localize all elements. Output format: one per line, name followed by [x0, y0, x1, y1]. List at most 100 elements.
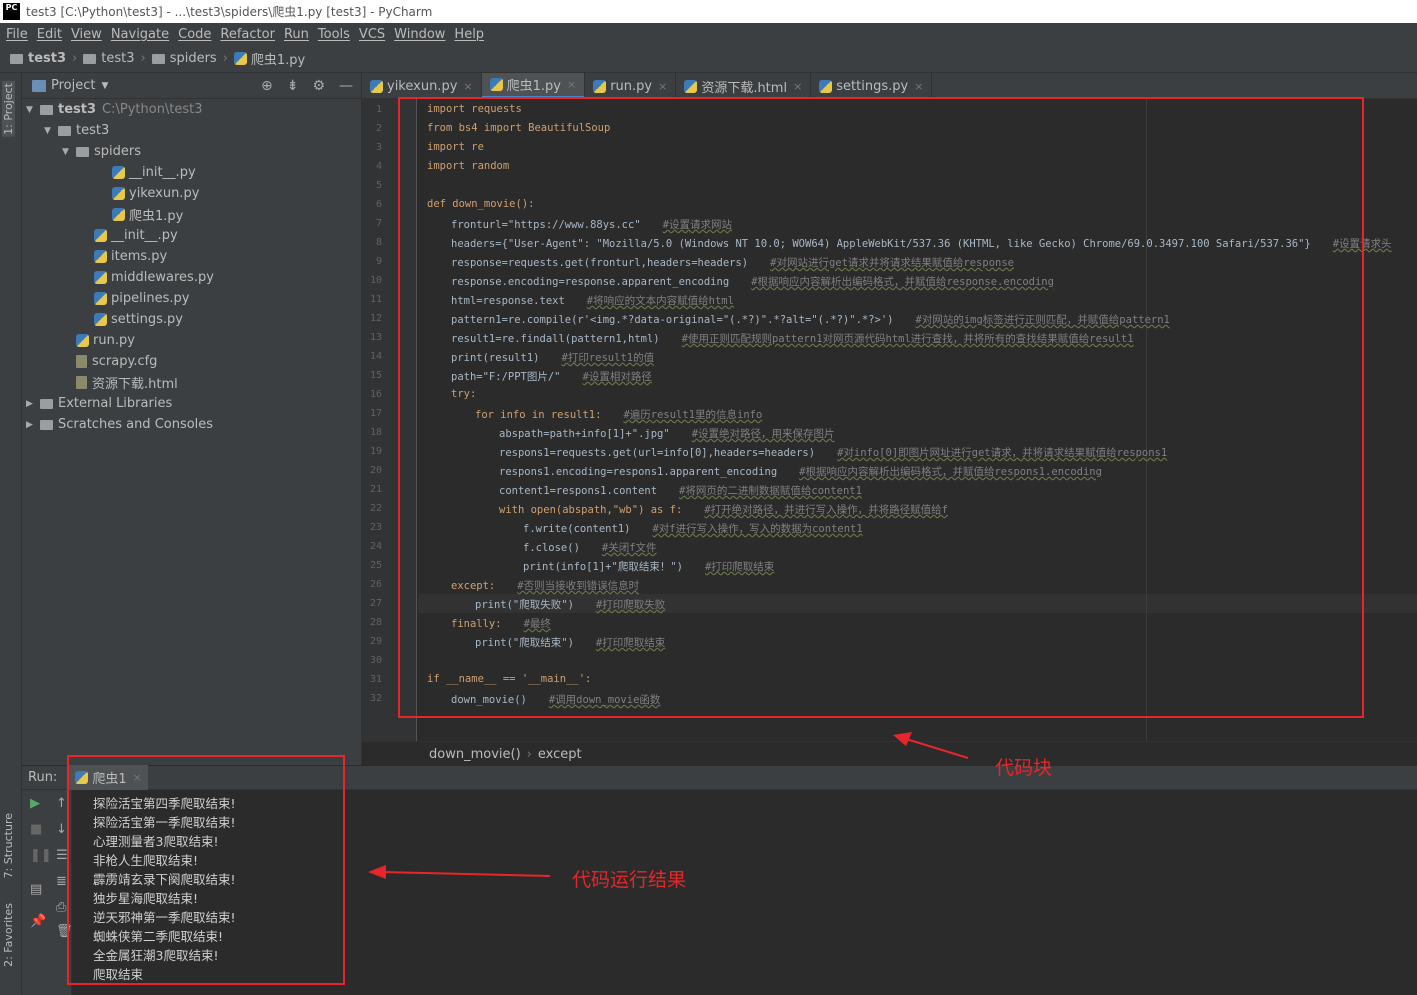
tree-item-label: run.py	[93, 333, 135, 348]
line-number: 3	[375, 142, 382, 153]
close-tab-icon[interactable]: ×	[567, 78, 576, 91]
favorites-tool-tab[interactable]: 2: Favorites	[2, 903, 15, 967]
collapse-arrow-icon[interactable]: ▶	[26, 399, 40, 409]
python-file-icon	[112, 208, 125, 221]
close-tab-icon[interactable]: ×	[914, 80, 923, 93]
pin-icon[interactable]: 📌	[30, 914, 46, 929]
expand-arrow-icon[interactable]: ▼	[44, 126, 58, 136]
chevron-down-icon[interactable]: ▼	[101, 81, 108, 91]
menu-edit[interactable]: Edit	[37, 27, 62, 42]
library-icon	[40, 419, 53, 430]
line-number: 2	[375, 123, 382, 134]
line-number: 4	[375, 161, 382, 172]
menu-navigate[interactable]: Navigate	[111, 27, 169, 42]
menu-vcs[interactable]: VCS	[359, 27, 385, 42]
tree-item[interactable]: __init__.py	[22, 162, 361, 183]
close-tab-icon[interactable]: ×	[463, 80, 472, 93]
editor-tab[interactable]: run.py ×	[585, 73, 677, 99]
tab-label: yikexun.py	[387, 78, 458, 94]
tree-item[interactable]: 资源下载.html	[22, 372, 361, 393]
tree-item[interactable]: items.py	[22, 246, 361, 267]
breadcrumb-item[interactable]: spiders	[170, 51, 217, 66]
run-result-highlight	[67, 755, 345, 985]
breadcrumb-item[interactable]: test3	[101, 51, 134, 66]
window-title: test3 [C:\Python\test3] - ...\test3\spid…	[26, 5, 433, 19]
breadcrumb: test3 › test3 › spiders › 爬虫1.py	[0, 45, 1417, 73]
tree-item-label: test3	[58, 102, 97, 117]
close-tab-icon[interactable]: ×	[658, 80, 667, 93]
project-panel: Project ▼ ⊕ ⇟ ⚙ — ▼ test3 C:\Python\test3 ▼…	[22, 73, 362, 765]
tree-item-label: items.py	[111, 249, 168, 264]
collapse-arrow-icon[interactable]: ▶	[26, 420, 40, 430]
expand-arrow-icon[interactable]: ▼	[62, 147, 76, 157]
crumb-except[interactable]: except	[538, 747, 582, 762]
library-icon	[40, 398, 53, 409]
editor-tab[interactable]: 资源下载.html ×	[676, 73, 812, 99]
tree-item[interactable]: pipelines.py	[22, 288, 361, 309]
line-number: 18	[369, 427, 382, 438]
up-arrow-icon[interactable]: ↑	[56, 796, 67, 811]
file-icon	[76, 355, 87, 368]
expand-arrow-icon[interactable]: ▼	[26, 105, 40, 115]
pause-icon[interactable]: ❚❚	[30, 848, 52, 863]
print-icon[interactable]: ⎙	[56, 900, 66, 915]
soft-wrap-icon[interactable]: ☰	[56, 848, 68, 863]
code-block-label: 代码块	[995, 757, 1053, 779]
scroll-to-end-icon[interactable]: ≣	[56, 874, 67, 889]
breadcrumb-separator: ›	[140, 51, 146, 66]
folder-icon	[58, 125, 71, 136]
annotation-arrows	[368, 732, 969, 879]
folder-icon	[10, 53, 23, 64]
tree-item[interactable]: ▶ Scratches and Consoles	[22, 414, 361, 435]
close-tab-icon[interactable]: ×	[793, 80, 802, 93]
rerun-icon[interactable]: ▶	[30, 796, 40, 811]
editor-tab[interactable]: settings.py ×	[811, 73, 933, 99]
gear-icon[interactable]: ⚙	[312, 78, 325, 94]
tree-item[interactable]: middlewares.py	[22, 267, 361, 288]
tree-item[interactable]: settings.py	[22, 309, 361, 330]
line-number: 8	[375, 237, 382, 248]
tree-item[interactable]: ▼ test3	[22, 120, 361, 141]
tree-item[interactable]: 爬虫1.py	[22, 204, 361, 225]
project-view-selector[interactable]: Project	[51, 78, 95, 93]
stop-icon[interactable]: ■	[30, 822, 42, 837]
menu-file[interactable]: File	[6, 27, 28, 42]
menu-tools[interactable]: Tools	[318, 27, 350, 42]
tree-item[interactable]: ▼ test3 C:\Python\test3	[22, 99, 361, 120]
menu-window[interactable]: Window	[394, 27, 445, 42]
menu-run[interactable]: Run	[284, 27, 309, 42]
layout-icon[interactable]: ▤	[30, 882, 42, 897]
python-file-icon	[76, 334, 89, 347]
tab-label: 爬虫1.py	[506, 79, 561, 94]
title-bar: PC test3 [C:\Python\test3] - ...\test3\s…	[0, 0, 1417, 23]
tree-item[interactable]: scrapy.cfg	[22, 351, 361, 372]
breadcrumb-separator: ›	[222, 51, 228, 66]
locate-icon[interactable]: ⊕	[261, 78, 273, 94]
menu-view[interactable]: View	[71, 27, 102, 42]
tree-item-label: middlewares.py	[111, 270, 214, 285]
menu-refactor[interactable]: Refactor	[220, 27, 275, 42]
project-tool-tab[interactable]: 1: Project	[2, 81, 15, 137]
editor-tab[interactable]: yikexun.py ×	[362, 73, 482, 99]
tree-item[interactable]: ▶ External Libraries	[22, 393, 361, 414]
structure-tool-tab[interactable]: 7: Structure	[2, 813, 15, 878]
file-icon	[593, 79, 607, 93]
down-arrow-icon[interactable]: ↓	[56, 822, 67, 837]
tree-item[interactable]: yikexun.py	[22, 183, 361, 204]
collapse-all-icon[interactable]: ⇟	[287, 78, 299, 94]
project-view-icon	[32, 79, 46, 92]
tree-item[interactable]: __init__.py	[22, 225, 361, 246]
tree-item[interactable]: ▼ spiders	[22, 141, 361, 162]
crumb-function[interactable]: down_movie()	[429, 747, 521, 762]
file-icon	[819, 79, 833, 93]
editor-tab[interactable]: 爬虫1.py ×	[481, 73, 586, 99]
python-file-icon	[94, 271, 107, 284]
breadcrumb-item[interactable]: 爬虫1.py	[251, 49, 305, 68]
breadcrumb-item[interactable]: test3	[28, 51, 66, 66]
line-number: 6	[375, 199, 382, 210]
tree-item-label: __init__.py	[111, 228, 178, 243]
tree-item[interactable]: run.py	[22, 330, 361, 351]
menu-code[interactable]: Code	[178, 27, 211, 42]
menu-help[interactable]: Help	[454, 27, 484, 42]
hide-icon[interactable]: —	[339, 78, 353, 94]
